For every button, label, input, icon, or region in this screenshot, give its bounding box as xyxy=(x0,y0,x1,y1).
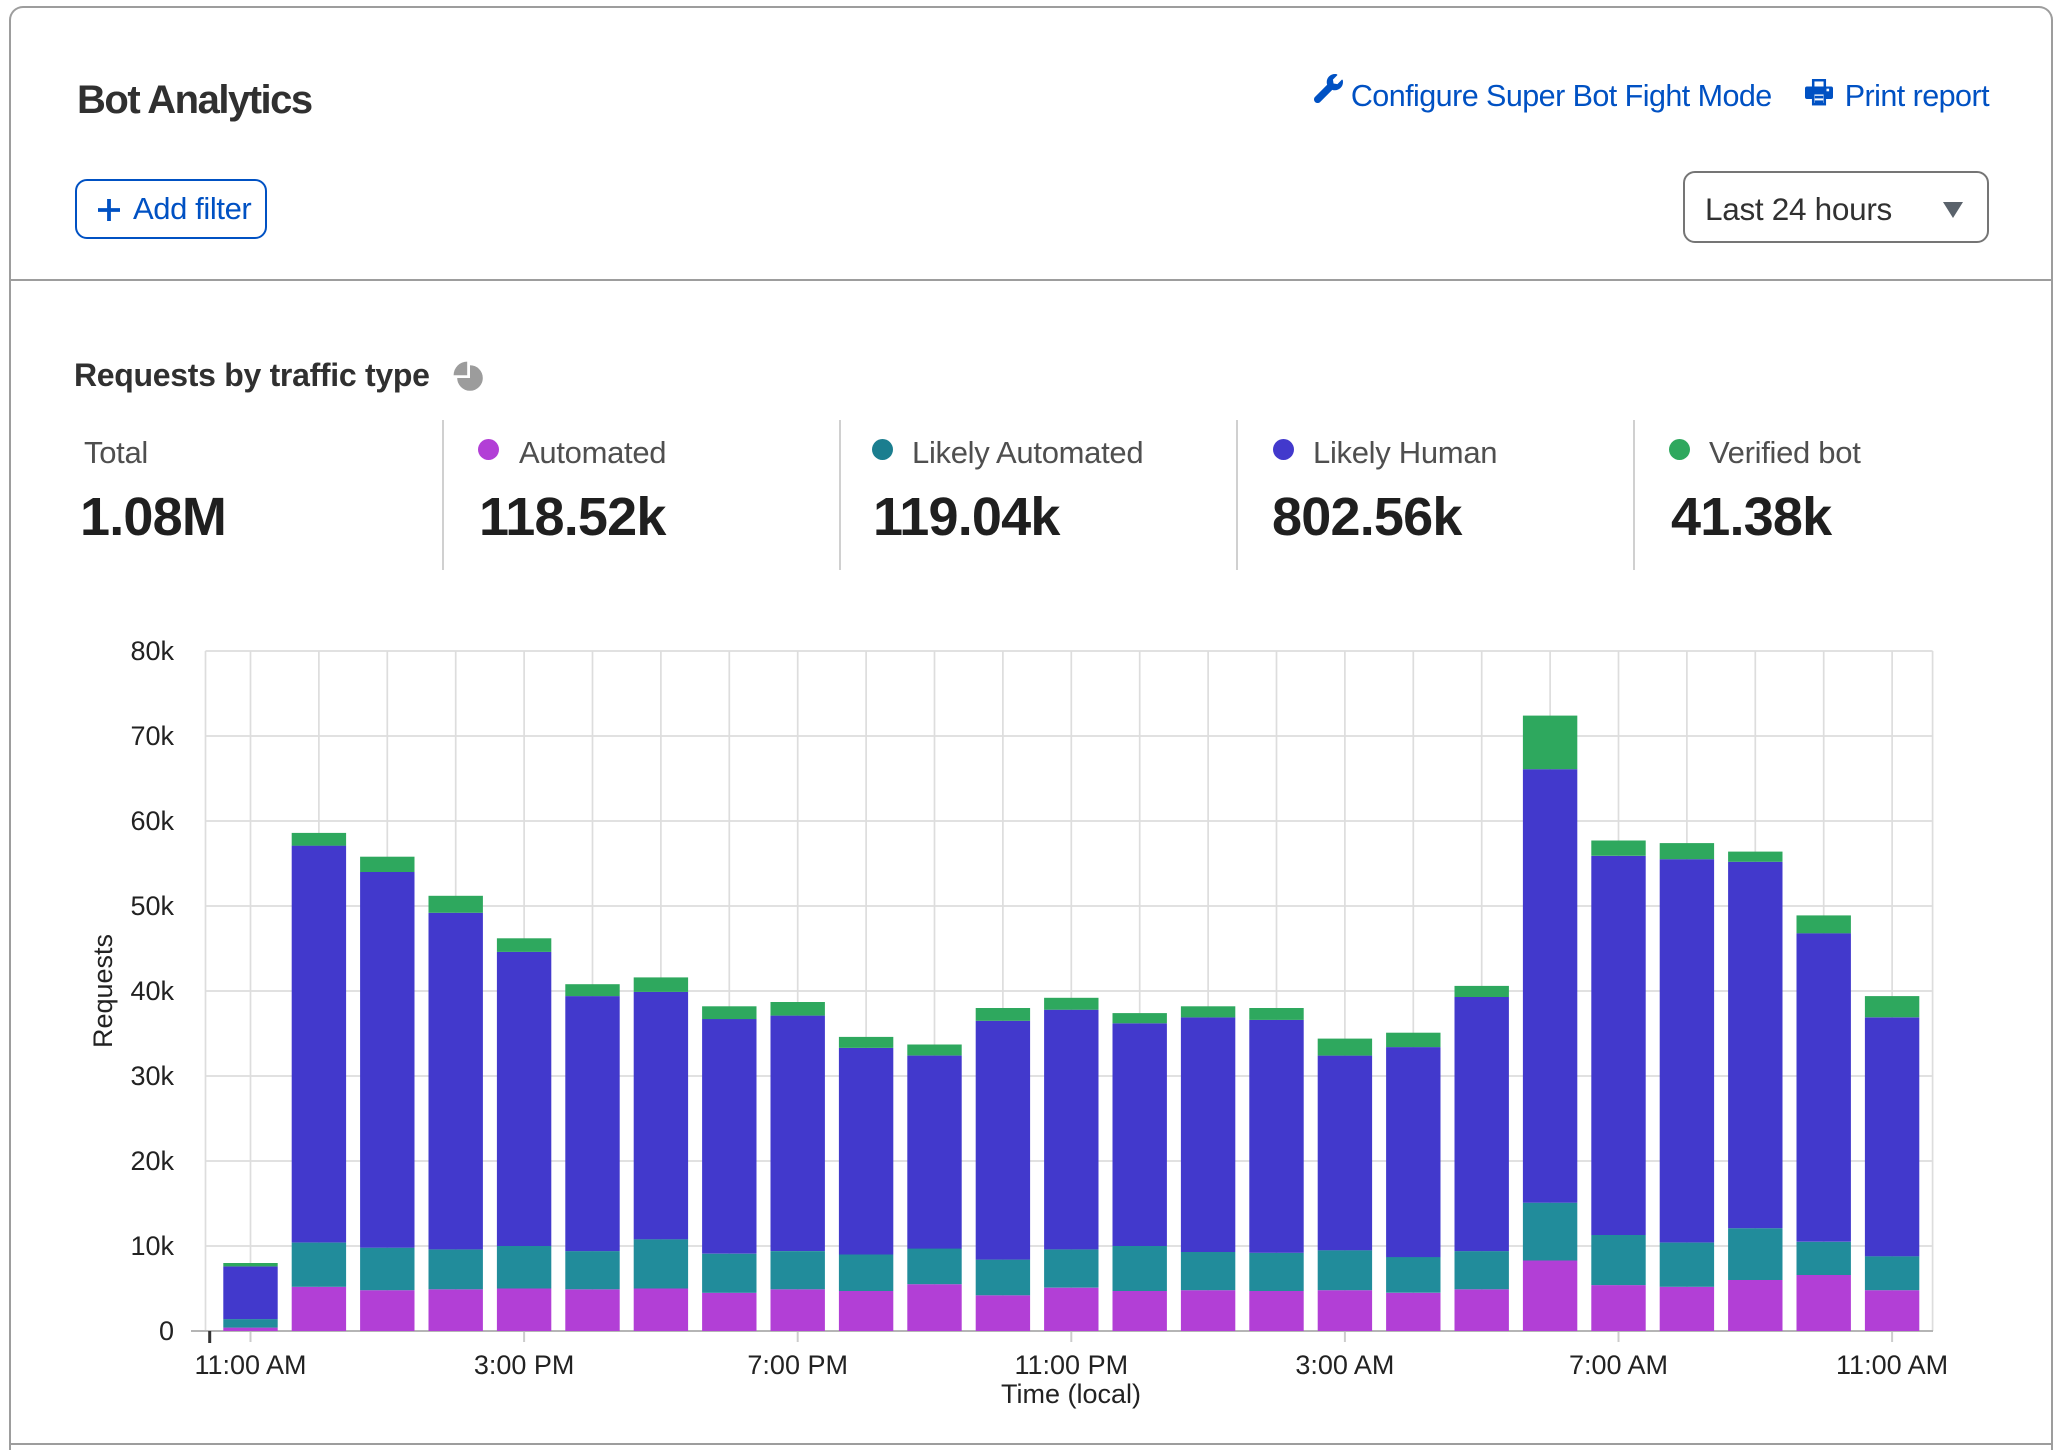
svg-text:10k: 10k xyxy=(130,1231,174,1261)
svg-text:7:00 AM: 7:00 AM xyxy=(1569,1350,1668,1380)
svg-text:7:00 PM: 7:00 PM xyxy=(747,1350,848,1380)
svg-text:0: 0 xyxy=(159,1316,174,1346)
svg-text:Requests: Requests xyxy=(88,934,118,1048)
svg-text:11:00 PM: 11:00 PM xyxy=(1015,1350,1129,1380)
svg-text:40k: 40k xyxy=(130,976,174,1006)
svg-text:3:00 AM: 3:00 AM xyxy=(1295,1350,1394,1380)
svg-text:30k: 30k xyxy=(130,1061,174,1091)
svg-text:80k: 80k xyxy=(130,636,174,666)
svg-text:Time (local): Time (local) xyxy=(1001,1379,1141,1409)
svg-text:11:00 AM: 11:00 AM xyxy=(1836,1350,1948,1380)
svg-text:70k: 70k xyxy=(130,721,174,751)
svg-text:50k: 50k xyxy=(130,891,174,921)
svg-text:60k: 60k xyxy=(130,806,174,836)
svg-text:20k: 20k xyxy=(130,1146,174,1176)
svg-text:11:00 AM: 11:00 AM xyxy=(194,1350,306,1380)
svg-text:3:00 PM: 3:00 PM xyxy=(474,1350,575,1380)
